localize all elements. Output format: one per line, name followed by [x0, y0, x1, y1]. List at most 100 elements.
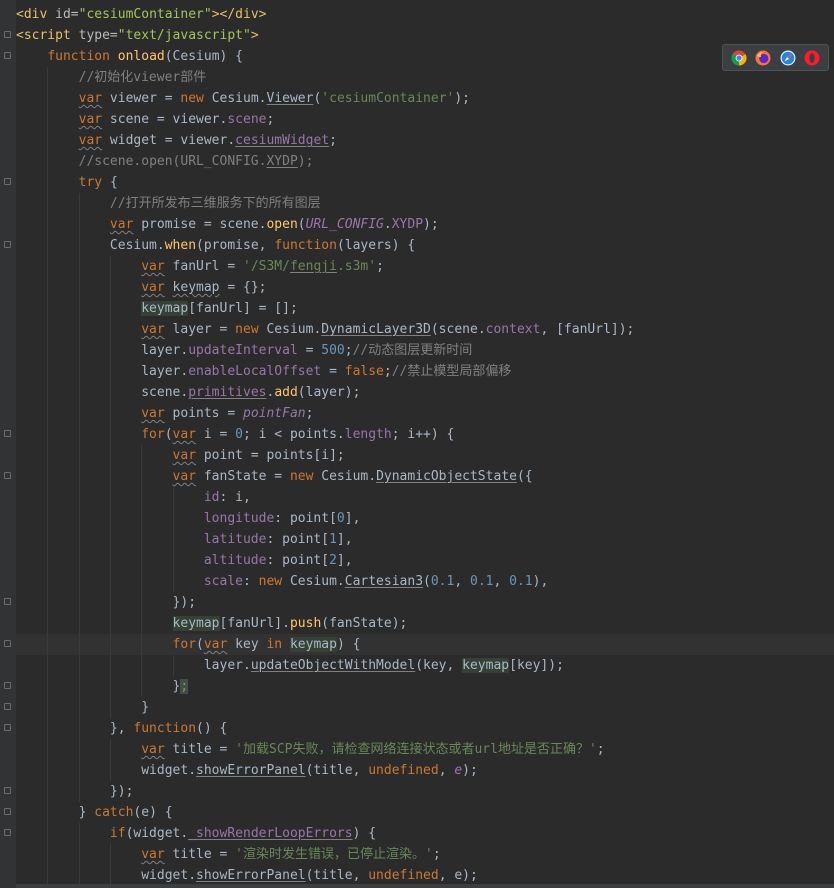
fold-marker-icon[interactable] [4, 829, 11, 836]
code-line[interactable]: }, function() { [4, 718, 834, 739]
code-line[interactable]: try { [4, 172, 834, 193]
editor-gutter[interactable] [0, 0, 16, 888]
opera-icon[interactable] [804, 50, 820, 66]
fold-marker-icon[interactable] [4, 682, 11, 689]
code-line[interactable]: id: i, [16, 487, 834, 508]
fold-marker-icon[interactable] [4, 241, 11, 248]
code-token: Cesium. [321, 469, 377, 484]
code-line[interactable]: var point = points[i]; [16, 445, 834, 466]
fold-marker-icon[interactable] [4, 640, 11, 647]
code-token: ke [289, 637, 306, 652]
fold-marker-icon[interactable] [4, 724, 11, 731]
code-token: }); [172, 595, 197, 610]
code-line[interactable]: latitude: point[1], [16, 529, 834, 550]
code-line[interactable]: for(var i = 0; i < points.length; i++) { [4, 424, 834, 445]
code-line[interactable]: //scene.open(URL_CONFIG.XYDP); [16, 151, 834, 172]
code-token: ( [297, 217, 306, 232]
fold-marker-icon[interactable] [4, 52, 11, 59]
indent-guide [47, 340, 49, 361]
code-line[interactable]: } [4, 697, 834, 718]
code-line[interactable]: <div id="cesiumContainer"></div> [16, 4, 834, 25]
code-token: function [133, 721, 197, 736]
code-token: //初始化viewer部件 [78, 70, 207, 85]
fold-marker-icon[interactable] [4, 430, 11, 437]
code-line[interactable]: var scene = viewer.scene; [16, 109, 834, 130]
code-line[interactable]: }); [4, 781, 834, 802]
code-line[interactable]: altitude: point[2], [16, 550, 834, 571]
fold-marker-icon[interactable] [4, 808, 11, 815]
code-editor[interactable]: <div id="cesiumContainer"></div> <script … [4, 4, 834, 886]
code-line[interactable]: var title = '加载SCP失败，请检查网络连接状态或者url地址是否正… [16, 739, 834, 760]
indent-guide [47, 613, 49, 634]
horizontal-scrollbar[interactable] [16, 884, 834, 888]
code-line[interactable]: var points = pointFan; [16, 403, 834, 424]
code-token: promise = scene. [133, 217, 267, 232]
code-line[interactable]: Cesium.when(promise, function(layers) { [4, 235, 834, 256]
indent-guide [47, 193, 49, 214]
fold-marker-icon[interactable] [4, 703, 11, 710]
chrome-icon[interactable] [731, 50, 747, 66]
code-line[interactable]: }; [4, 676, 834, 697]
code-line[interactable]: scene.primitives.add(layer); [16, 382, 834, 403]
code-line[interactable]: function onload(Cesium) { [4, 46, 834, 67]
fold-marker-icon[interactable] [4, 472, 11, 479]
code-line[interactable]: longitude: point[0], [16, 508, 834, 529]
code-token: : point[ [266, 553, 330, 568]
fold-marker-icon[interactable] [4, 178, 11, 185]
indent-guide [141, 445, 143, 466]
code-token: widget. [141, 868, 197, 883]
indent-guide [141, 655, 143, 676]
firefox-icon[interactable] [755, 50, 771, 66]
code-token: ; [329, 133, 337, 148]
code-line[interactable]: var viewer = new Cesium.Viewer('cesiumCo… [16, 88, 834, 109]
code-token: (layer); [297, 385, 361, 400]
indent-guide [47, 424, 49, 445]
code-line[interactable]: if(widget._showRenderLoopErrors) { [4, 823, 834, 844]
code-line[interactable]: for(var key in keymap) { [4, 634, 834, 655]
code-line[interactable]: var keymap = {}; [16, 277, 834, 298]
code-line[interactable]: keymap[fanUrl].push(fanState); [16, 613, 834, 634]
indent-guide [109, 676, 111, 697]
code-token: Cartesian3 [344, 574, 424, 589]
code-line[interactable]: var layer = new Cesium.DynamicLayer3D(sc… [16, 319, 834, 340]
code-line[interactable]: var fanUrl = '/S3M/fengji.s3m'; [16, 256, 834, 277]
indent-guide [78, 235, 80, 256]
code-line[interactable]: widget.showErrorPanel(title, undefined, … [16, 865, 834, 886]
code-line[interactable]: //初始化viewer部件 [16, 67, 834, 88]
indent-guide [109, 550, 111, 571]
fold-marker-icon[interactable] [4, 31, 11, 38]
safari-icon[interactable] [780, 50, 796, 66]
indent-guide [78, 319, 80, 340]
code-line[interactable]: }); [4, 592, 834, 613]
code-line[interactable]: var title = '渲染时发生错误，已停止渲染。'; [16, 844, 834, 865]
fold-marker-icon[interactable] [4, 787, 11, 794]
code-line[interactable]: scale: new Cesium.Cartesian3(0.1, 0.1, 0… [16, 571, 834, 592]
indent-guide [47, 235, 49, 256]
indent-guide [172, 529, 174, 550]
code-line[interactable]: } catch(e) { [4, 802, 834, 823]
fold-marker-icon[interactable] [4, 598, 11, 605]
code-line[interactable]: //打开所发布三维服务下的所有图层 [16, 193, 834, 214]
code-token: Cesium. [211, 91, 267, 106]
code-token: fengji [289, 259, 337, 274]
code-token: for [141, 427, 165, 442]
indent-guide [47, 655, 49, 676]
code-line[interactable]: layer.enableLocalOffset = false;//禁止模型局部… [16, 361, 834, 382]
code-line[interactable]: widget.showErrorPanel(title, undefined, … [16, 760, 834, 781]
code-line[interactable]: <script type="text/javascript"> [4, 25, 834, 46]
code-line[interactable]: layer.updateObjectWithModel(key, keymap[… [16, 655, 834, 676]
code-line[interactable]: keymap[fanUrl] = []; [16, 298, 834, 319]
indent-guide [47, 109, 49, 130]
code-token: , [493, 574, 510, 589]
code-line[interactable]: layer.updateInterval = 500;//动态图层更新时间 [16, 340, 834, 361]
code-token: undefined [368, 868, 439, 883]
code-token: var [172, 427, 197, 442]
code-token: var [141, 847, 165, 862]
code-token: '加载SCP失败，请检查网络连接状态或者url地址是否正确？' [235, 742, 597, 757]
code-line[interactable]: var widget = viewer.cesiumWidget; [16, 130, 834, 151]
code-line[interactable]: var fanState = new Cesium.DynamicObjectS… [4, 466, 834, 487]
code-line[interactable]: var promise = scene.open(URL_CONFIG.XYDP… [16, 214, 834, 235]
indent-guide [47, 88, 49, 109]
